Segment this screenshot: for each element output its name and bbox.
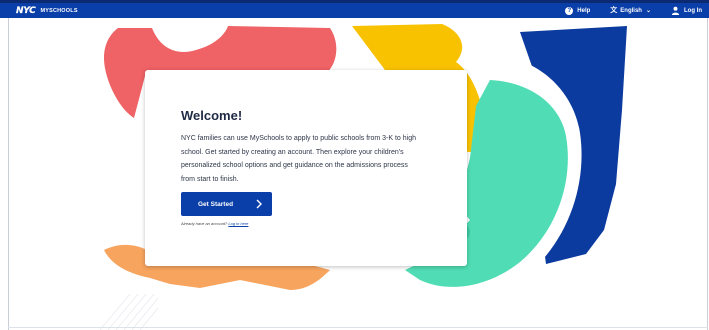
page: NYC MYSCHOOLS ? Help 文 English ⌄ Log In [0, 0, 709, 330]
login-label: Log In [684, 7, 702, 14]
top-nav-bar: NYC MYSCHOOLS ? Help 文 English ⌄ Log In [0, 0, 709, 18]
login-link[interactable]: Log In [671, 6, 702, 15]
frame-bottom-border [8, 327, 708, 328]
chevron-down-icon: ⌄ [645, 7, 651, 14]
question-circle-icon: ? [565, 6, 574, 15]
help-link[interactable]: ? Help [565, 6, 591, 15]
welcome-title: Welcome! [181, 108, 243, 123]
myschools-logo[interactable]: NYC MYSCHOOLS [15, 5, 78, 16]
header-nav: ? Help 文 English ⌄ Log In [565, 6, 709, 15]
welcome-card: Welcome! NYC families can use MySchools … [145, 70, 467, 266]
nyc-logo-mark: NYC [16, 5, 36, 16]
login-here-link[interactable]: Log in here [228, 221, 248, 226]
language-selector[interactable]: 文 English ⌄ [610, 7, 651, 14]
welcome-description: NYC families can use MySchools to apply … [181, 132, 446, 186]
get-started-label: Get Started [198, 200, 234, 208]
already-have-account: Already have an account? [181, 221, 228, 226]
description-line: school. Get started by creating an accou… [181, 148, 404, 156]
help-label: Help [577, 7, 591, 14]
existing-account-text: Already have an account? Log in here [181, 221, 248, 226]
description-line: NYC families can use MySchools to apply … [181, 135, 416, 142]
description-line: personalized school options and get guid… [181, 162, 408, 170]
language-label: English [620, 7, 642, 14]
frame-right-border [707, 18, 708, 330]
hatch-pattern [99, 293, 159, 330]
app-name: MYSCHOOLS [40, 7, 78, 14]
translate-icon: 文 [610, 7, 618, 14]
chevron-right-icon [256, 199, 262, 209]
description-line: from start to finish. [181, 175, 239, 183]
frame-left-border [8, 18, 9, 330]
user-icon [671, 6, 680, 15]
get-started-button[interactable]: Get Started [181, 192, 272, 216]
